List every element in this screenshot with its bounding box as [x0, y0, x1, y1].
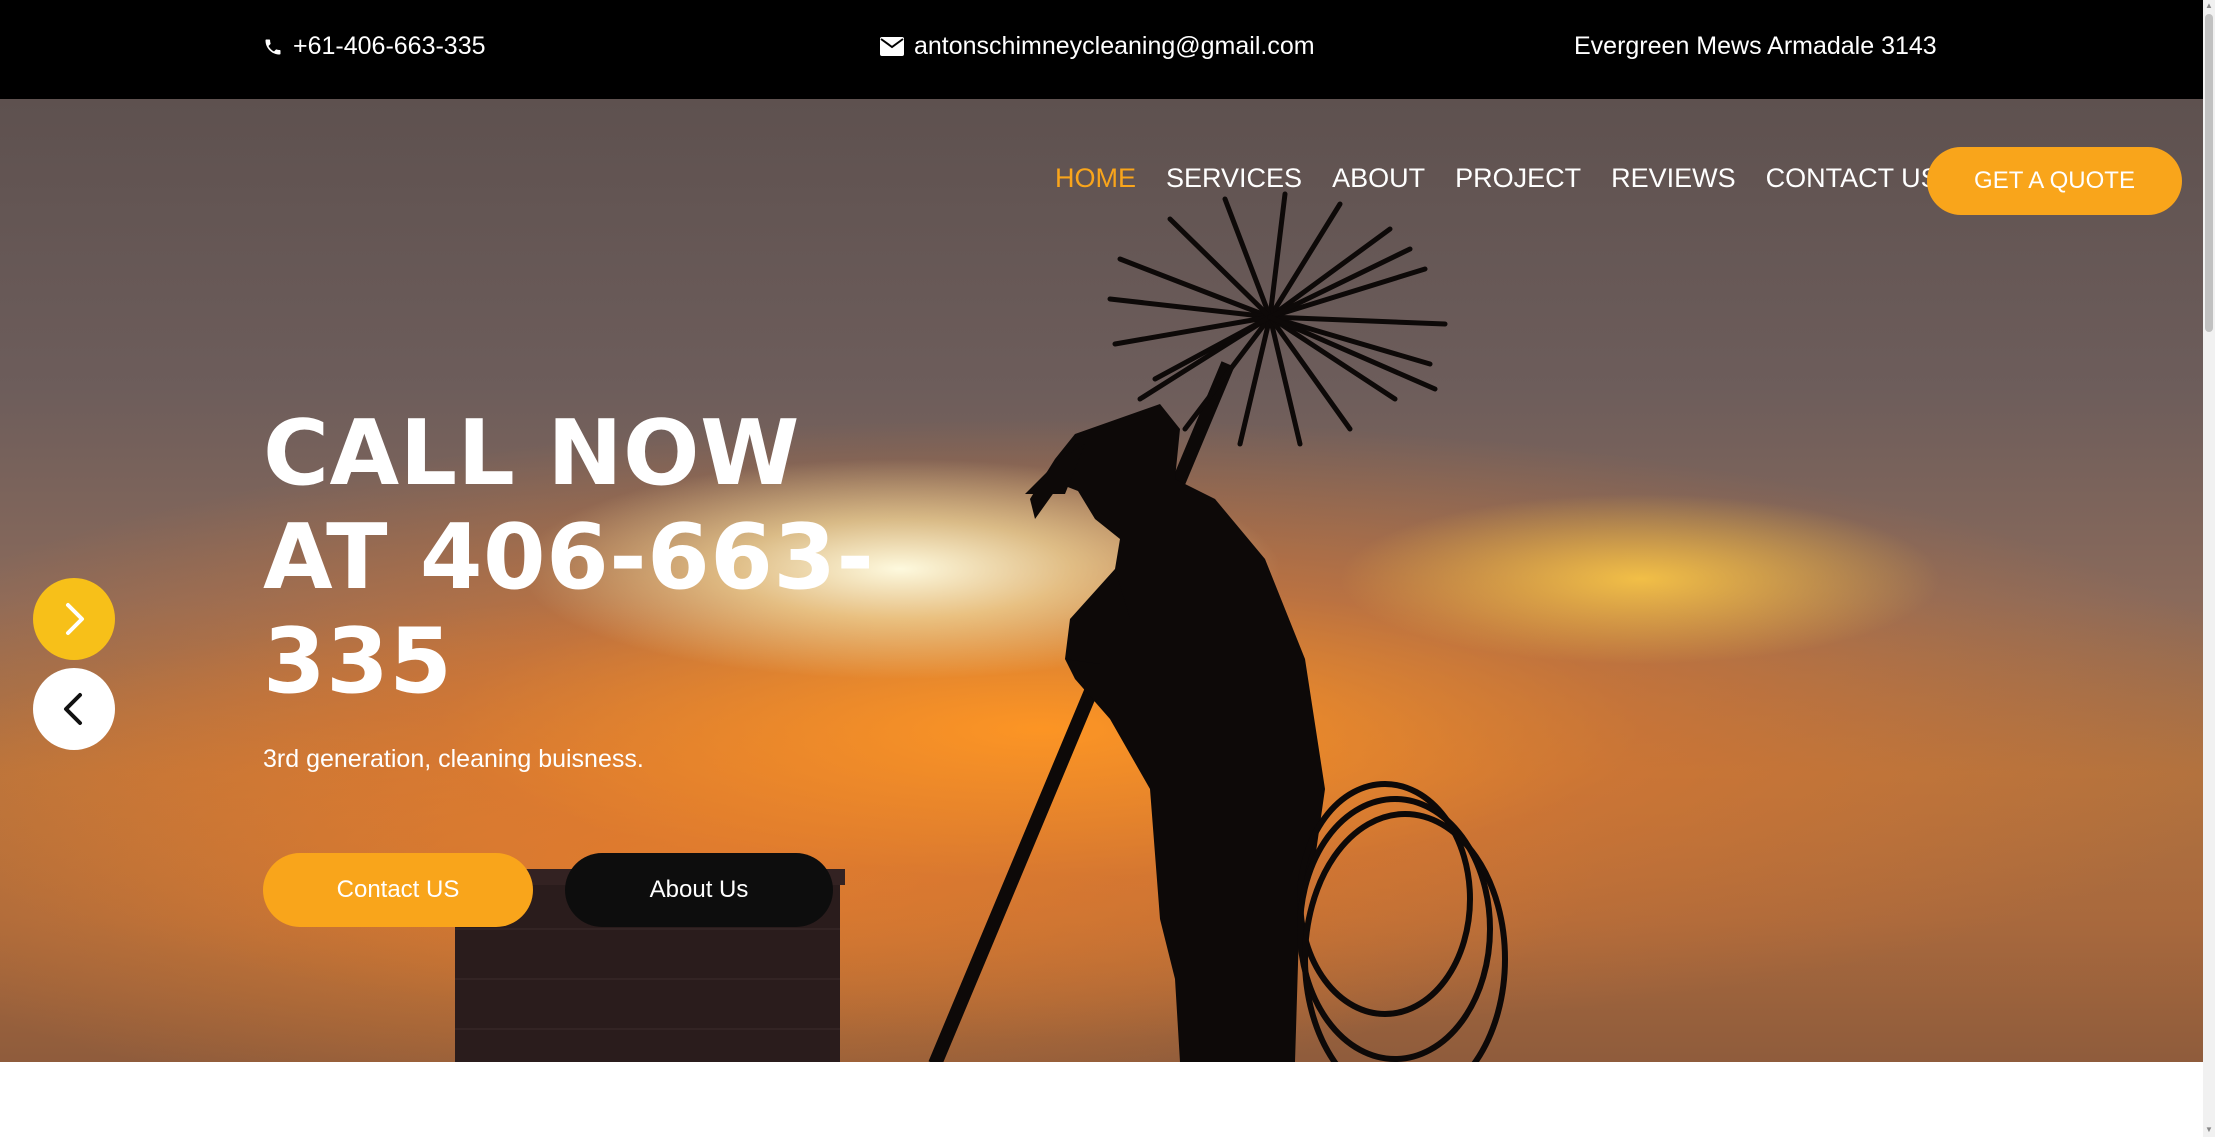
- nav-about[interactable]: ABOUT: [1332, 163, 1425, 194]
- main-nav: HOME SERVICES ABOUT PROJECT REVIEWS CONT…: [1055, 163, 1969, 194]
- nav-project[interactable]: PROJECT: [1455, 163, 1581, 194]
- page-scrollbar[interactable]: ▲ ▼: [2203, 0, 2215, 1137]
- hero-tagline: 3rd generation, cleaning buisness.: [263, 745, 644, 773]
- about-us-button[interactable]: About Us: [565, 853, 833, 927]
- envelope-icon: [880, 37, 904, 56]
- nav-services[interactable]: SERVICES: [1166, 163, 1302, 194]
- scroll-down-arrow[interactable]: ▼: [2205, 1126, 2213, 1134]
- get-a-quote-button[interactable]: GET A QUOTE: [1927, 147, 2182, 215]
- scroll-up-arrow[interactable]: ▲: [2205, 2, 2213, 10]
- chevron-left-icon: [64, 693, 82, 725]
- phone-icon: [265, 39, 281, 54]
- scrollbar-thumb[interactable]: [2205, 14, 2213, 332]
- top-info-bar: +61-406-663-335 antonschimneycleaning@gm…: [0, 0, 2203, 99]
- nav-contact-us[interactable]: CONTACT US: [1766, 163, 1939, 194]
- hero-headline: CALL NOW AT 406-663- 335: [263, 402, 963, 714]
- headline-line-1: CALL NOW: [263, 401, 800, 506]
- chevron-right-icon: [66, 603, 84, 635]
- slider-prev-button[interactable]: [33, 668, 115, 750]
- headline-line-3: 335: [263, 609, 453, 714]
- topbar-phone[interactable]: +61-406-663-335: [263, 32, 486, 61]
- slider-next-button[interactable]: [33, 578, 115, 660]
- nav-reviews[interactable]: REVIEWS: [1611, 163, 1736, 194]
- contact-us-button[interactable]: Contact US: [263, 853, 533, 927]
- nav-home[interactable]: HOME: [1055, 163, 1136, 194]
- address-text: Evergreen Mews Armadale 3143: [1574, 32, 1937, 60]
- topbar-address: Evergreen Mews Armadale 3143: [1574, 32, 1937, 61]
- headline-line-2: AT 406-663-: [263, 505, 875, 610]
- email-text: antonschimneycleaning@gmail.com: [914, 32, 1315, 60]
- phone-text: +61-406-663-335: [293, 32, 486, 60]
- topbar-email[interactable]: antonschimneycleaning@gmail.com: [880, 32, 1315, 61]
